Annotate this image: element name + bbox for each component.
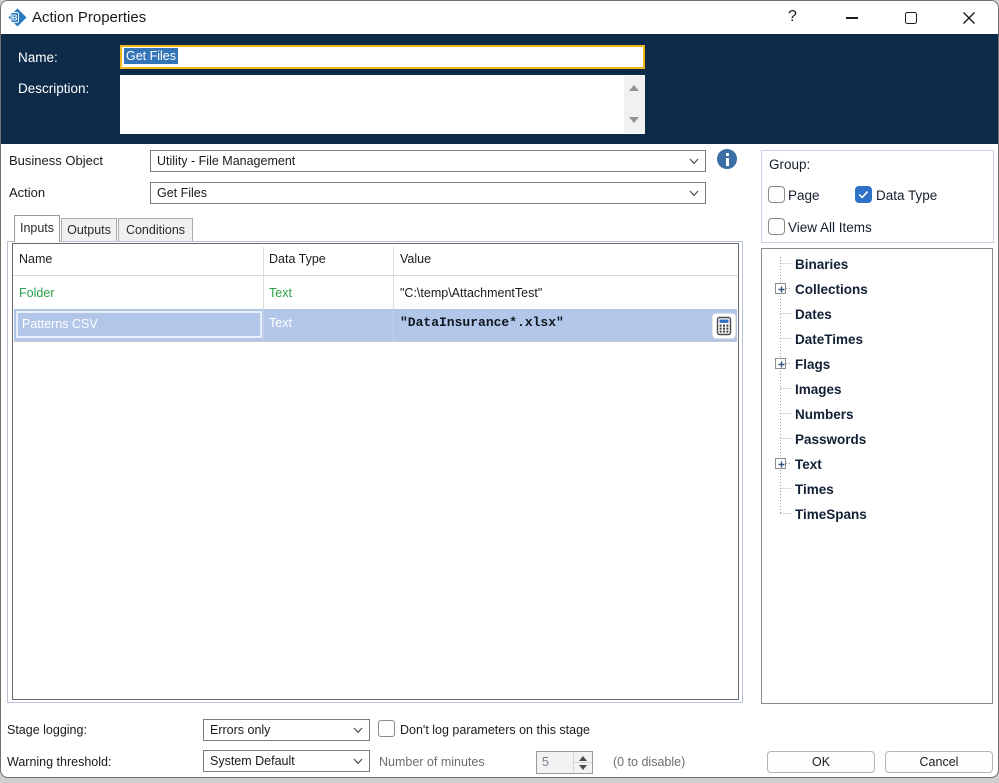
svg-text:B: B [12,14,18,23]
